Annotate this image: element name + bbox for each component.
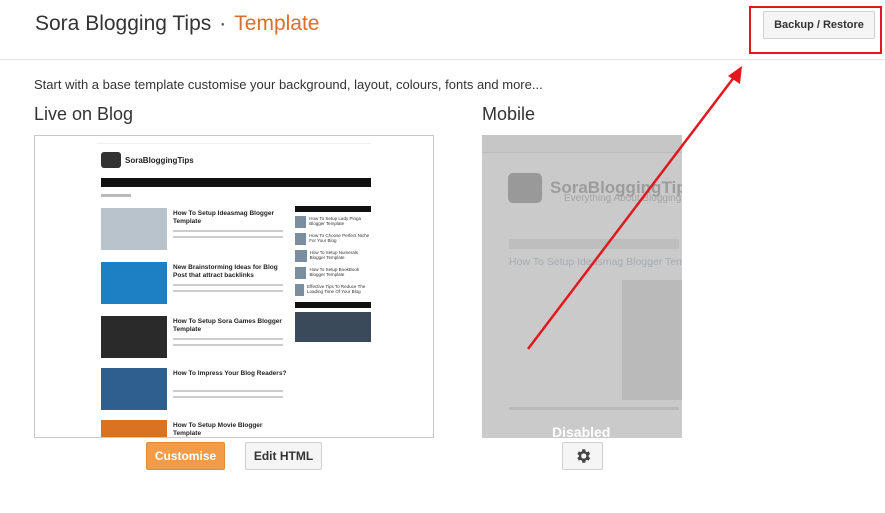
mobile-preview-disabled-overlay <box>482 135 682 438</box>
blog-name: Sora Blogging Tips <box>35 12 212 35</box>
preview-post-title: New Brainstorming Ideas for Blog Post th… <box>173 264 278 279</box>
preview-post: How To Setup Ideasmag Blogger Template <box>101 208 291 250</box>
preview-post-title: How To Setup Movie Blogger Template <box>173 422 263 437</box>
preview-post: How To Setup Sora Games Blogger Template <box>101 316 291 358</box>
preview-breadcrumb <box>101 194 131 197</box>
preview-sidebar-item: How To Setup BookBook Blogger Template <box>295 267 371 279</box>
mobile-disabled-label: Disabled <box>552 424 611 438</box>
preview-sidebar-item-title: How To Setup Lady Pinga Blogger Template <box>309 216 361 226</box>
preview-post-title: How To Impress Your Blog Readers? <box>173 370 287 377</box>
mobile-heading: Mobile <box>482 104 536 124</box>
preview-post-title: How To Setup Sora Games Blogger Template <box>173 318 282 333</box>
preview-post-snippet <box>173 236 283 238</box>
preview-post-snippet <box>173 290 283 292</box>
preview-sidebar-item-title: How To Setup BookBook Blogger Template <box>309 267 360 277</box>
page-title: Sora Blogging Tips · Template <box>35 12 320 36</box>
preview-sidebar-item-title: How To Choose Perfect Niche For Your Blo… <box>309 233 370 243</box>
preview-post: How To Setup Movie Blogger Template <box>101 420 291 437</box>
live-on-blog-heading: Live on Blog <box>34 104 134 124</box>
preview-post-snippet <box>173 396 283 398</box>
preview-sidebar-item: How To Setup Lady Pinga Blogger Template <box>295 216 371 228</box>
preview-sidebar-thumbnail <box>295 267 307 279</box>
preview-sidebar-banner <box>295 312 371 342</box>
preview-navbar <box>101 178 371 187</box>
preview-sidebar-item: How To Choose Perfect Niche For Your Blo… <box>295 233 371 245</box>
preview-post-thumbnail <box>101 262 167 304</box>
edit-html-button[interactable]: Edit HTML <box>245 442 322 470</box>
preview-sidebar-thumbnail <box>295 284 305 296</box>
preview-sidebar-item: Effective Tips To Reduce The Loading Tim… <box>295 284 371 296</box>
preview-post: How To Impress Your Blog Readers? <box>101 368 291 410</box>
preview-post-thumbnail <box>101 420 167 437</box>
preview-post: New Brainstorming Ideas for Blog Post th… <box>101 262 291 304</box>
preview-sidebar-heading <box>295 206 371 212</box>
intro-text: Start with a base template customise you… <box>34 77 543 92</box>
preview-sidebar-item: How To Setup Numerals Blogger Template <box>295 250 371 262</box>
preview-sidebar-thumbnail <box>295 233 307 245</box>
preview-logo-icon <box>101 152 121 168</box>
preview-sidebar-item-title: Effective Tips To Reduce The Loading Tim… <box>307 284 366 294</box>
annotation-highlight-box <box>749 6 882 54</box>
preview-post-meta <box>173 390 283 392</box>
preview-logo: SoraBloggingTips <box>101 152 194 168</box>
preview-post-meta <box>173 230 283 232</box>
preview-post-snippet <box>173 344 283 346</box>
preview-post-thumbnail <box>101 208 167 250</box>
title-separator: · <box>219 12 227 35</box>
preview-post-thumbnail <box>101 316 167 358</box>
preview-post-meta <box>173 338 283 340</box>
customise-button[interactable]: Customise <box>146 442 225 470</box>
gear-icon <box>576 449 590 463</box>
preview-post-title: How To Setup Ideasmag Blogger Template <box>173 210 275 225</box>
preview-post-thumbnail <box>101 368 167 410</box>
preview-sidebar-heading <box>295 302 371 308</box>
preview-sidebar-thumbnail <box>295 216 307 228</box>
preview-sidebar-thumbnail <box>295 250 307 262</box>
preview-logo-text: SoraBloggingTips <box>125 155 194 165</box>
mobile-preview: SoraBloggingTips Everything About Bloggi… <box>482 135 682 438</box>
preview-topbar <box>97 136 371 144</box>
preview-sidebar: How To Setup Lady Pinga Blogger Template… <box>295 206 371 342</box>
preview-sidebar-item-title: How To Setup Numerals Blogger Template <box>309 250 359 260</box>
section-name: Template <box>234 12 320 35</box>
annotation-arrow-head <box>728 66 742 84</box>
live-blog-preview[interactable]: SoraBloggingTips How To Setup Ideasmag B… <box>34 135 434 438</box>
preview-post-meta <box>173 284 283 286</box>
mobile-settings-button[interactable] <box>562 442 603 470</box>
